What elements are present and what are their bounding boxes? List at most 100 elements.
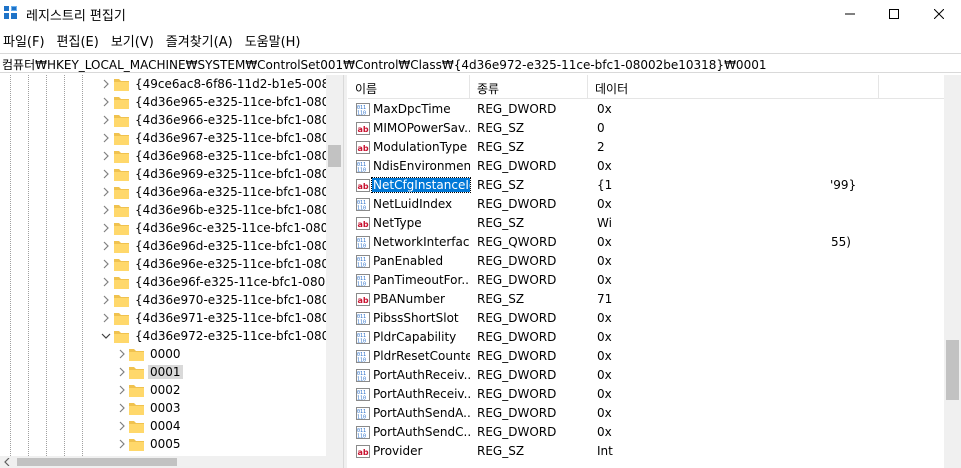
tree-item-key[interactable]: {4d36e96b-e325-11ce-bfc1-08002	[114, 201, 343, 219]
chevron-right-icon[interactable]	[101, 133, 111, 143]
chevron-down-icon[interactable]	[101, 331, 111, 341]
tree-item-key[interactable]: {4d36e96f-e325-11ce-bfc1-08002b	[114, 273, 343, 291]
chevron-right-icon[interactable]	[101, 187, 111, 197]
tree-item-key[interactable]: {4d36e967-e325-11ce-bfc1-08002	[114, 129, 343, 147]
value-name: PanTimeoutFor...	[373, 273, 470, 287]
chevron-right-icon[interactable]	[101, 205, 111, 215]
menu-edit[interactable]: 편집(E)	[54, 29, 104, 51]
value-data: 0x	[597, 254, 612, 268]
value-type: REG_DWORD	[477, 254, 557, 268]
chevron-right-icon[interactable]	[101, 295, 111, 305]
tree-item-subkey[interactable]: 0005	[129, 435, 183, 453]
value-row[interactable]: 011 110 PldrResetCounter REG_DWORD 0x	[348, 347, 944, 366]
tree-item-key[interactable]: {4d36e96e-e325-11ce-bfc1-08002l	[114, 255, 343, 273]
scroll-left-arrow-icon[interactable]	[4, 458, 10, 466]
value-data: 0x	[597, 102, 612, 116]
chevron-right-icon[interactable]	[101, 313, 111, 323]
list-vertical-scrollbar[interactable]	[944, 75, 961, 468]
list-scroll-thumb[interactable]	[946, 340, 959, 400]
value-row[interactable]: ab MIMOPowerSav... REG_SZ 0	[348, 119, 944, 138]
tree-horizontal-scrollbar[interactable]	[0, 456, 343, 468]
value-row[interactable]: 011 110 PortAuthReceiv... REG_DWORD 0x	[348, 385, 944, 404]
chevron-right-icon[interactable]	[117, 385, 127, 395]
value-row[interactable]: 011 110 PanEnabled REG_DWORD 0x	[348, 252, 944, 271]
minimize-button[interactable]	[827, 0, 873, 28]
chevron-right-icon[interactable]	[117, 349, 127, 359]
value-row[interactable]: 011 110 PanTimeoutFor... REG_DWORD 0x	[348, 271, 944, 290]
tree-item-subkey[interactable]: 0000	[129, 345, 183, 363]
value-row[interactable]: 011 110 NetLuidIndex REG_DWORD 0x	[348, 195, 944, 214]
close-button[interactable]	[916, 0, 961, 28]
svg-text:110: 110	[357, 168, 366, 174]
chevron-right-icon[interactable]	[117, 403, 127, 413]
value-data: 0x	[597, 425, 612, 439]
tree-item-key[interactable]: {4d36e970-e325-11ce-bfc1-08002	[114, 291, 343, 309]
chevron-right-icon[interactable]	[101, 223, 111, 233]
value-name: PibssShortSlot	[373, 311, 459, 325]
chevron-right-icon[interactable]	[101, 115, 111, 125]
chevron-right-icon[interactable]	[117, 421, 127, 431]
chevron-right-icon[interactable]	[101, 259, 111, 269]
menu-file[interactable]: 파일(F)	[0, 29, 50, 51]
chevron-right-icon[interactable]	[101, 79, 111, 89]
column-header-data[interactable]: 데이터	[588, 75, 879, 99]
tree-vertical-scrollbar[interactable]	[326, 75, 343, 456]
column-header-name[interactable]: 이름	[348, 75, 470, 99]
key-tree[interactable]: {49ce6ac8-6f86-11d2-b1e5-0080c7 {4d36e965…	[0, 75, 343, 468]
chevron-right-icon[interactable]	[101, 97, 111, 107]
tree-scroll-thumb[interactable]	[328, 145, 341, 167]
tree-item-key[interactable]: {4d36e968-e325-11ce-bfc1-08002	[114, 147, 343, 165]
value-name: NdisEnvironment	[373, 159, 470, 173]
value-row[interactable]: 011 110 PortAuthSendC... REG_DWORD 0x	[348, 423, 944, 442]
value-row[interactable]: ab NetType REG_SZ Wi	[348, 214, 944, 233]
svg-text:110: 110	[357, 206, 366, 212]
value-data: 0x	[597, 311, 612, 325]
value-row[interactable]: 011110NetworkInterfac... REG_QWORD 0x 55)	[348, 233, 944, 252]
tree-item-key[interactable]: {4d36e96c-e325-11ce-bfc1-08002l	[114, 219, 343, 237]
tree-item-key[interactable]: {4d36e96a-e325-11ce-bfc1-08002l	[114, 183, 343, 201]
menu-favorites[interactable]: 즐겨찾기(A)	[163, 29, 238, 51]
chevron-right-icon[interactable]	[117, 439, 127, 449]
value-data: 0x	[597, 273, 612, 287]
value-row[interactable]: 011 110 PibssShortSlot REG_DWORD 0x	[348, 309, 944, 328]
value-name: PanEnabled	[373, 254, 444, 268]
value-type: REG_DWORD	[477, 102, 557, 116]
tree-item-subkey[interactable]: 0002	[129, 381, 183, 399]
value-row[interactable]: ab NetCfgInstanceId REG_SZ {1 '99}	[348, 176, 944, 195]
tree-item-key[interactable]: {49ce6ac8-6f86-11d2-b1e5-0080c7	[114, 75, 343, 93]
tree-hscroll-thumb[interactable]	[17, 458, 177, 466]
tree-item-subkey[interactable]: 0001	[129, 363, 183, 381]
value-row[interactable]: 011 110 PortAuthReceiv... REG_DWORD 0x	[348, 366, 944, 385]
tree-item-subkey[interactable]: 0004	[129, 417, 183, 435]
chevron-right-icon[interactable]	[101, 241, 111, 251]
menu-help[interactable]: 도움말(H)	[242, 29, 306, 51]
tree-item-key[interactable]: {4d36e969-e325-11ce-bfc1-08002	[114, 165, 343, 183]
folder-icon	[114, 168, 129, 181]
address-bar[interactable]: 컴퓨터₩HKEY_LOCAL_MACHINE₩SYSTEM₩ControlSet…	[0, 53, 961, 73]
value-row[interactable]: 011 110 NdisEnvironment REG_DWORD 0x	[348, 157, 944, 176]
chevron-right-icon[interactable]	[117, 367, 127, 377]
values-list[interactable]: 이름 종류 데이터 011 110 MaxDpcTime REG_DWORD 0x ab M…	[348, 75, 961, 468]
chevron-right-icon[interactable]	[101, 169, 111, 179]
tree-item-label: 0003	[150, 401, 181, 415]
tree-item-key[interactable]: {4d36e972-e325-11ce-bfc1-08002	[114, 327, 343, 345]
tree-item-key[interactable]: {4d36e96d-e325-11ce-bfc1-08002	[114, 237, 343, 255]
binary-value-icon: 011110	[356, 103, 370, 116]
tree-item-key[interactable]: {4d36e971-e325-11ce-bfc1-08002	[114, 309, 343, 327]
tree-item-key[interactable]: {4d36e965-e325-11ce-bfc1-08002	[114, 93, 343, 111]
chevron-right-icon[interactable]	[101, 277, 111, 287]
tree-item-subkey[interactable]: 0003	[129, 399, 183, 417]
value-row[interactable]: ab Provider REG_SZ Intel	[348, 442, 944, 461]
value-row[interactable]: ab PBANumber REG_SZ 71	[348, 290, 944, 309]
value-row[interactable]: 011 110 PldrCapability REG_DWORD 0x	[348, 328, 944, 347]
value-row[interactable]: 011 110 PortAuthSendA... REG_DWORD 0x	[348, 404, 944, 423]
maximize-button[interactable]	[871, 0, 917, 28]
value-row[interactable]: 011 110 MaxDpcTime REG_DWORD 0x	[348, 100, 944, 119]
tree-item-key[interactable]: {4d36e966-e325-11ce-bfc1-08002	[114, 111, 343, 129]
chevron-right-icon[interactable]	[101, 151, 111, 161]
pane-splitter[interactable]	[343, 75, 347, 468]
value-row[interactable]: ab ModulationType REG_SZ 2	[348, 138, 944, 157]
column-header-type[interactable]: 종류	[470, 75, 588, 99]
menu-view[interactable]: 보기(V)	[108, 29, 159, 51]
folder-icon	[114, 258, 129, 271]
